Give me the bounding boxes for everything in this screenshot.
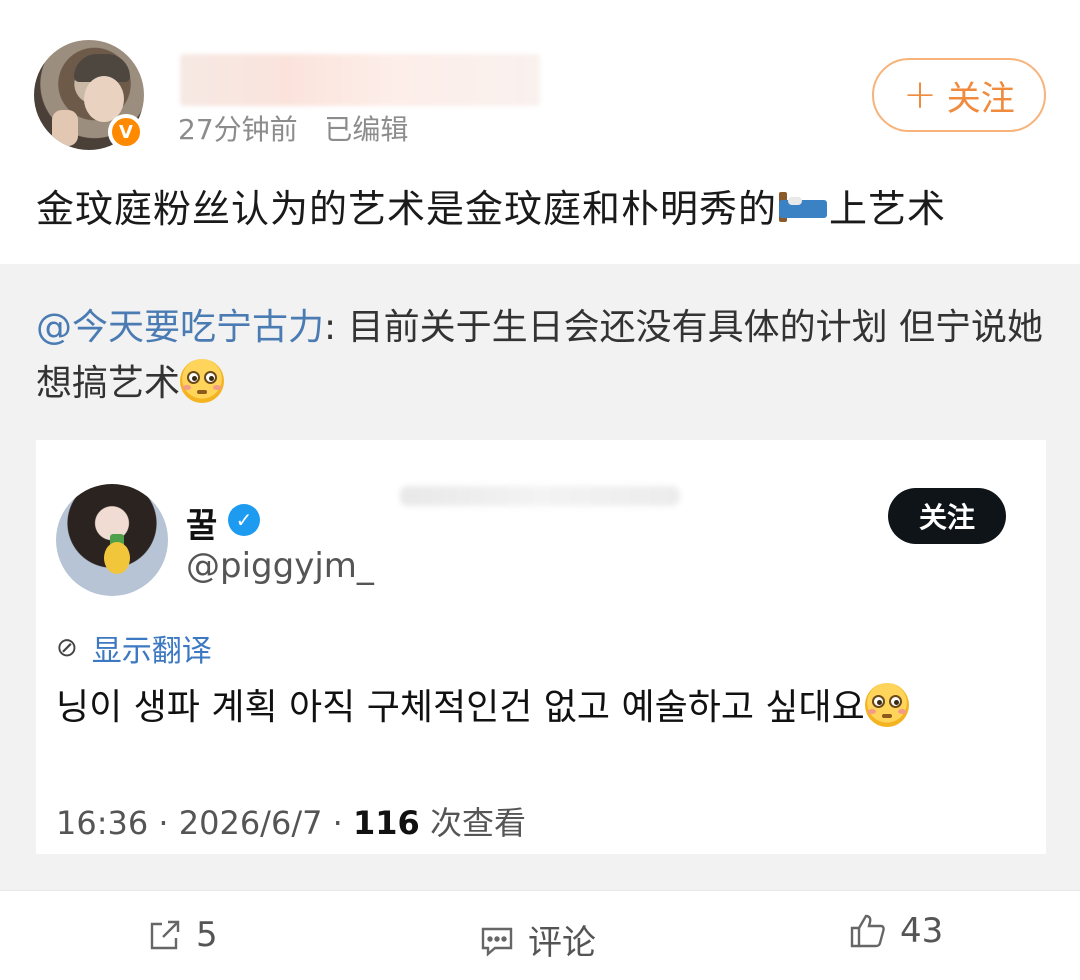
- tweet-meta: 16:36 · 2026/6/7 · 116 次查看: [56, 798, 526, 844]
- repost-button[interactable]: 5: [146, 915, 218, 955]
- translate-icon: ⊘: [56, 633, 78, 663]
- tweet-views-label: 次查看: [429, 804, 526, 842]
- repost-text: @今天要吃宁古力: 目前关于生日会还没有具体的计划 但宁说她想搞艺术: [36, 300, 1046, 412]
- tweet-body: 닝이 생파 계획 아직 구체적인건 없고 예술하고 싶대요: [56, 678, 909, 730]
- like-button[interactable]: 43: [848, 911, 943, 951]
- comment-button[interactable]: 评论: [478, 915, 596, 964]
- plus-icon: +: [903, 72, 937, 118]
- post-text: 金玟庭粉丝认为的艺术是金玟庭和朴明秀的 上艺术: [36, 178, 946, 233]
- tweet-avatar[interactable]: [56, 484, 168, 596]
- tweet-view-count: 116: [352, 804, 420, 842]
- thumbs-up-icon: [850, 914, 885, 948]
- show-translation-link[interactable]: ⊘ 显示翻译: [56, 626, 212, 670]
- repost-count: 5: [196, 915, 218, 955]
- follow-button[interactable]: + 关注: [872, 58, 1046, 132]
- post-timestamp: 27分钟前 已编辑: [178, 108, 408, 148]
- mention-link[interactable]: @今天要吃宁古力: [36, 307, 324, 348]
- author-name-redacted: [180, 54, 540, 106]
- post-text-before: 金玟庭粉丝认为的艺术是金玟庭和朴明秀的: [36, 187, 778, 231]
- translate-label: 显示翻译: [91, 634, 212, 669]
- post-text-after: 上艺术: [829, 187, 947, 231]
- flushed-face-emoji-icon: [180, 359, 225, 403]
- tweet-follow-button[interactable]: 关注: [888, 488, 1006, 544]
- action-bar: 5 评论 43: [0, 890, 1080, 980]
- tweet-body-text: 닝이 생파 계획 아직 구체적인건 없고 예술하고 싶대요: [56, 687, 865, 728]
- avatar-hand: [52, 110, 78, 146]
- verified-check-icon: ✓: [228, 504, 260, 536]
- share-icon: [150, 920, 180, 950]
- avatar-pineapple: [104, 542, 130, 574]
- redacted-strip: [400, 486, 680, 506]
- comment-icon: [481, 927, 513, 957]
- flushed-face-emoji-icon: [864, 683, 909, 727]
- tweet-card[interactable]: 꿀 ✓ @piggyjm_ 关注 ⊘ 显示翻译 닝이 생파 계획 아직 구체적인…: [36, 440, 1046, 854]
- tweet-time: 16:36 · 2026/6/7 ·: [56, 804, 343, 842]
- tweet-author-name[interactable]: 꿀: [186, 498, 217, 547]
- comment-label: 评论: [528, 923, 596, 963]
- follow-button-label: 关注: [946, 78, 1015, 119]
- tweet-author-handle[interactable]: @piggyjm_: [186, 546, 374, 586]
- verified-v-icon: V: [108, 114, 144, 150]
- tweet-follow-label: 关注: [918, 501, 975, 534]
- post-header: V 27分钟前 已编辑 + 关注 金玟庭粉丝认为的艺术是金玟庭和朴明秀的 上艺术: [0, 0, 1080, 231]
- like-count: 43: [900, 911, 944, 951]
- bed-emoji-icon: [777, 190, 829, 224]
- edited-label[interactable]: 已编辑: [324, 113, 408, 146]
- post-time: 27分钟前: [178, 113, 298, 146]
- repost-container[interactable]: @今天要吃宁古力: 目前关于生日会还没有具体的计划 但宁说她想搞艺术 꿀 ✓ @…: [0, 264, 1080, 890]
